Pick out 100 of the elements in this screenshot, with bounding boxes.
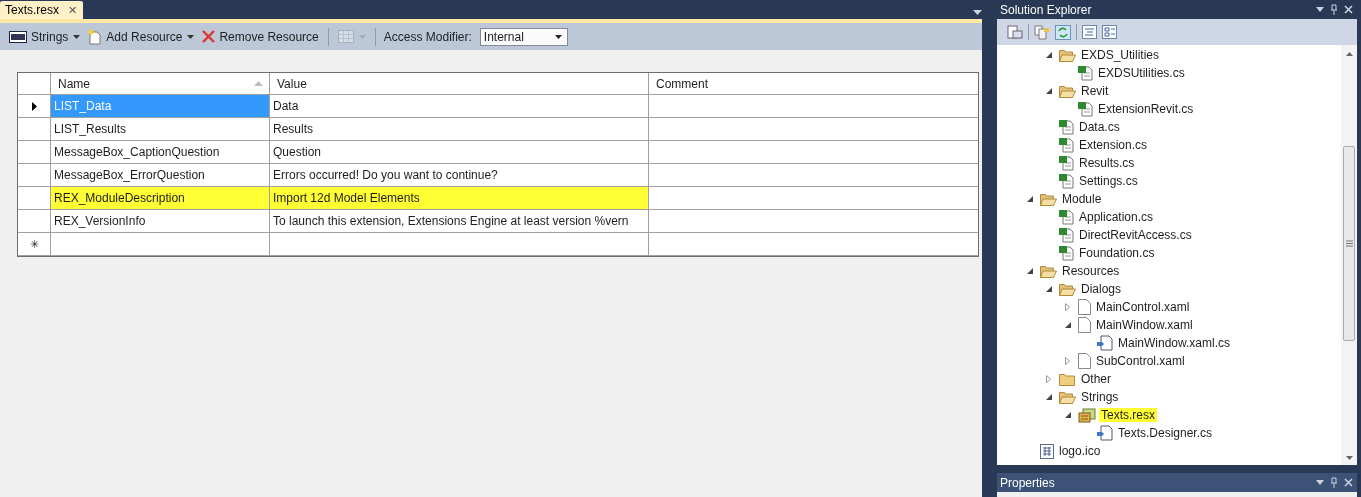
tree-item[interactable]: SubControl.xaml	[1094, 354, 1187, 368]
csharp-file-icon	[1059, 245, 1074, 261]
tree-item[interactable]: Dialogs	[1079, 282, 1124, 296]
caret-icon	[73, 34, 81, 39]
toolbar-button[interactable]: Add Resource	[85, 26, 198, 47]
resource-file-icon	[1078, 407, 1096, 423]
scrollbar[interactable]	[1341, 45, 1357, 465]
document-tab[interactable]: Texts.resx ✕	[0, 1, 83, 19]
close-icon[interactable]	[1344, 5, 1353, 14]
tree-item[interactable]: Strings	[1079, 390, 1121, 404]
tree-item[interactable]: EXDSUtilities.cs	[1096, 66, 1187, 80]
dropdown-icon[interactable]	[973, 9, 982, 16]
tree-item[interactable]: logo.ico	[1057, 444, 1103, 458]
tree-item[interactable]: EXDS_Utilities	[1079, 48, 1162, 62]
file-icon	[1078, 317, 1091, 333]
tree-item[interactable]: ExtensionRevit.cs	[1096, 102, 1196, 116]
tree-item[interactable]: DirectRevitAccess.cs	[1077, 228, 1194, 242]
tree-item[interactable]: MainControl.xaml	[1094, 300, 1192, 314]
column-header[interactable]: Comment	[649, 73, 978, 94]
current-row-icon	[31, 101, 37, 111]
expanded-arrow-icon[interactable]	[1046, 394, 1052, 400]
expanded-arrow-icon[interactable]	[1027, 196, 1033, 202]
dropdown-icon[interactable]	[1316, 7, 1324, 12]
tree-item[interactable]: Revit	[1079, 84, 1111, 98]
table-cell[interactable]: Import 12d Model Elements	[270, 187, 649, 209]
table-cell[interactable]: Data	[270, 95, 649, 117]
caret-icon	[187, 34, 195, 39]
column-header[interactable]: Name	[51, 73, 270, 94]
tree-item[interactable]: Other	[1079, 372, 1113, 386]
toolbar-button[interactable]: Remove Resource	[199, 27, 322, 46]
pin-icon[interactable]	[1330, 4, 1338, 15]
collapsed-arrow-icon[interactable]	[1046, 375, 1051, 383]
caret-icon	[358, 34, 366, 39]
tree-item[interactable]: Foundation.cs	[1077, 246, 1157, 260]
access-modifier-dropdown[interactable]: Internal	[479, 27, 568, 46]
csharp-file-icon	[1078, 101, 1093, 117]
collapsed-arrow-icon[interactable]	[1065, 357, 1070, 365]
access-modifier-label: Access Modifier:	[383, 29, 472, 44]
tree-item[interactable]: Settings.cs	[1077, 174, 1140, 188]
tree-item[interactable]: Application.cs	[1077, 210, 1156, 224]
show-all-files-icon[interactable]	[1034, 24, 1050, 40]
caret-icon	[554, 34, 562, 39]
open-folder-icon	[1040, 192, 1057, 206]
toolbar-button[interactable]: Strings	[6, 27, 84, 46]
close-icon[interactable]	[1344, 478, 1353, 487]
pin-icon[interactable]	[1330, 477, 1338, 488]
open-folder-icon	[1059, 48, 1076, 62]
tree-item[interactable]: MainWindow.xaml	[1094, 318, 1195, 332]
csharp-file-icon	[1059, 155, 1074, 171]
table-cell[interactable]: MessageBox_ErrorQuestion	[51, 164, 270, 186]
file-icon	[1078, 299, 1091, 315]
table-cell[interactable]: REX_VersionInfo	[51, 210, 270, 232]
scroll-up-icon[interactable]	[1345, 52, 1353, 56]
properties-icon[interactable]	[1007, 25, 1023, 39]
tree-item[interactable]: Texts.Designer.cs	[1116, 426, 1215, 440]
scrollbar-thumb[interactable]	[1343, 146, 1355, 341]
table-cell[interactable]: REX_ModuleDescription	[51, 187, 270, 209]
expanded-arrow-icon[interactable]	[1046, 286, 1052, 292]
panel-title: Properties	[1000, 475, 1055, 490]
panel-title: Solution Explorer	[1000, 2, 1092, 17]
image-file-icon	[1040, 443, 1054, 459]
table-cell[interactable]: LIST_Results	[51, 118, 270, 140]
csharp-file-icon	[1059, 137, 1074, 153]
linked-file-icon	[1097, 335, 1113, 351]
open-folder-icon	[1040, 264, 1057, 278]
open-folder-icon	[1059, 390, 1076, 404]
table-cell[interactable]: Results	[270, 118, 649, 140]
tree-item[interactable]: Texts.resx	[1099, 408, 1157, 422]
view-designer-icon[interactable]	[1102, 25, 1117, 39]
close-icon[interactable]: ✕	[68, 3, 77, 17]
column-header[interactable]: Value	[270, 73, 649, 94]
sort-arrow-icon	[254, 81, 263, 86]
csharp-file-icon	[1078, 65, 1093, 81]
table-cell[interactable]: Errors occurred! Do you want to continue?	[270, 164, 649, 186]
scroll-down-icon[interactable]	[1345, 456, 1353, 460]
tree-item[interactable]: Resources	[1060, 264, 1122, 278]
refresh-icon[interactable]	[1055, 24, 1071, 40]
tree-item[interactable]: MainWindow.xaml.cs	[1116, 336, 1233, 350]
csharp-file-icon	[1059, 227, 1074, 243]
dropdown-icon[interactable]	[1316, 480, 1324, 485]
tree-item[interactable]: Extension.cs	[1077, 138, 1150, 152]
expanded-arrow-icon[interactable]	[1065, 412, 1071, 418]
expanded-arrow-icon[interactable]	[1046, 88, 1052, 94]
tree-item[interactable]: Results.cs	[1077, 156, 1137, 170]
table-cell[interactable]: MessageBox_CaptionQuestion	[51, 141, 270, 163]
expanded-arrow-icon[interactable]	[1046, 52, 1052, 58]
expanded-arrow-icon[interactable]	[1065, 322, 1071, 328]
table-cell[interactable]: Question	[270, 141, 649, 163]
table-cell[interactable]: To launch this extension, Extensions Engine at least version %vern	[270, 210, 649, 232]
tree-item[interactable]: Data.cs	[1077, 120, 1122, 134]
new-document-icon	[88, 28, 103, 45]
file-icon	[1078, 353, 1091, 369]
expanded-arrow-icon[interactable]	[1027, 268, 1033, 274]
view-code-icon[interactable]	[1082, 25, 1097, 39]
tree-item[interactable]: Module	[1060, 192, 1104, 206]
collapsed-arrow-icon[interactable]	[1065, 303, 1070, 311]
open-folder-icon	[1059, 84, 1076, 98]
linked-file-icon	[1097, 425, 1113, 441]
csharp-file-icon	[1059, 209, 1074, 225]
grid-view-icon	[337, 30, 354, 43]
